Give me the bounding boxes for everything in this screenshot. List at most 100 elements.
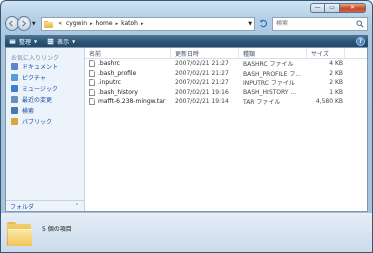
file-name-cell: .bashrc xyxy=(85,60,171,68)
minimize-button[interactable]: — xyxy=(310,3,325,13)
file-row[interactable]: mafft-6.238-mingw.tar 2007/02/21 19:14 TAR… xyxy=(85,97,367,107)
column-header-type[interactable]: 種類 xyxy=(239,48,307,59)
breadcrumb-katoh[interactable]: katoh xyxy=(121,20,138,27)
favorite-links-list: ドキュメント ピクチャミュージック 最近の変更検索パブリック xyxy=(6,61,84,127)
file-icon xyxy=(89,98,95,106)
file-name-cell: .bash_profile xyxy=(85,69,171,77)
sidebar-item-label: 最近の変更 xyxy=(22,97,53,104)
item-count: 5 個の項目 xyxy=(42,226,72,233)
file-modified: 2007/02/21 19:16 xyxy=(175,88,229,96)
sidebar-item-label: パブリック xyxy=(22,119,53,126)
sidebar-item-label: ピクチャ xyxy=(22,75,46,82)
breadcrumb-separator-icon[interactable]: ▸ xyxy=(90,21,93,27)
sidebar-item-documents[interactable]: ドキュメント xyxy=(6,61,84,72)
maximize-button[interactable]: ▭ xyxy=(325,3,340,13)
file-name: mafft-6.238-mingw.tar xyxy=(98,98,166,106)
back-arrow-icon xyxy=(9,20,14,27)
search-icon xyxy=(11,107,18,114)
file-list-pane: 名前 更新日時 種類 サイズ .bashrc 2007/02/21 21:27 BA… xyxy=(85,48,367,211)
search-input[interactable] xyxy=(275,20,356,27)
column-header-modified[interactable]: 更新日時 xyxy=(171,48,239,59)
file-icon xyxy=(89,69,95,77)
forward-arrow-icon xyxy=(22,20,27,27)
sidebar-item-label: 検索 xyxy=(22,108,35,115)
file-name: .inputrc xyxy=(98,79,121,87)
file-size: 2 KB xyxy=(329,79,343,87)
command-bar: 整理 ▼ 表示 ▼ ? xyxy=(5,35,368,47)
breadcrumb-overflow[interactable]: « xyxy=(58,20,62,27)
file-type: INPUTRC ファイル xyxy=(243,80,295,88)
file-size: 1 KB xyxy=(329,88,343,96)
views-icon xyxy=(47,38,54,44)
favorite-links-heading: お気に入りリンク xyxy=(11,55,60,62)
search-icon[interactable] xyxy=(356,19,364,28)
file-modified: 2007/02/21 21:27 xyxy=(175,60,229,68)
file-name: .bashrc xyxy=(98,60,120,68)
search-box[interactable] xyxy=(271,16,368,31)
file-size: 4 KB xyxy=(329,60,343,68)
folders-toggle[interactable]: フォルダ ⌃ xyxy=(6,200,84,211)
explorer-window: — ▭ ✕ ▼ « cygwin ▸ home ▸ katoh ▸ ▼ 検索 整… xyxy=(0,0,373,253)
file-row[interactable]: .bash_profile 2007/02/21 21:27 BASH_PROFIL… xyxy=(85,69,367,79)
sidebar-item-search[interactable]: 検索 xyxy=(6,105,84,116)
close-button[interactable]: ✕ xyxy=(340,3,366,13)
pictures-icon xyxy=(11,74,18,81)
column-header-name[interactable]: 名前 xyxy=(85,48,171,59)
file-name-cell: mafft-6.238-mingw.tar xyxy=(85,98,171,106)
sidebar-item-recent[interactable]: 最近の変更 xyxy=(6,94,84,105)
large-folder-icon xyxy=(7,222,33,247)
recent-pages-dropdown[interactable]: ▼ xyxy=(32,21,38,27)
sidebar-item-music[interactable]: ミュージック xyxy=(6,83,84,94)
sidebar-item-pictures[interactable]: ピクチャ xyxy=(6,72,84,83)
breadcrumb-separator-icon[interactable]: ▸ xyxy=(116,21,119,27)
address-bar[interactable]: « cygwin ▸ home ▸ katoh ▸ ▼ xyxy=(41,16,256,31)
organize-dropdown-icon: ▼ xyxy=(34,38,38,44)
sidebar-item-label: ドキュメント xyxy=(22,64,59,71)
folders-label: フォルダ xyxy=(10,203,35,211)
file-row[interactable]: .inputrc 2007/02/21 21:27 INPUTRC ファイル 2 KB xyxy=(85,78,367,88)
file-size: 2 KB xyxy=(329,69,343,77)
breadcrumb-home[interactable]: home xyxy=(96,20,113,27)
folder-icon xyxy=(44,20,54,28)
file-type: TAR ファイル xyxy=(243,99,281,107)
views-label: 表示 xyxy=(57,38,70,46)
public-icon xyxy=(11,118,18,125)
sidebar-item-label: ミュージック xyxy=(22,86,58,93)
file-name: .bash_profile xyxy=(98,69,137,77)
refresh-button[interactable] xyxy=(257,17,270,31)
organize-icon xyxy=(9,38,16,44)
file-size: 4,580 KB xyxy=(315,98,343,106)
help-button[interactable]: ? xyxy=(356,36,365,46)
sidebar-item-public[interactable]: パブリック xyxy=(6,116,84,127)
documents-icon xyxy=(11,63,18,70)
file-type: BASH_PROFILE フ... xyxy=(243,70,302,78)
file-name-cell: .bash_history xyxy=(85,88,171,96)
file-rows: .bashrc 2007/02/21 21:27 BASHRC ファイル 4 KB .b… xyxy=(85,59,367,107)
file-row[interactable]: .bash_history 2007/02/21 19:16 BASH_HISTOR… xyxy=(85,88,367,98)
organize-label: 整理 xyxy=(19,38,32,46)
breadcrumb-cygwin[interactable]: cygwin xyxy=(66,20,87,27)
refresh-icon xyxy=(259,19,268,28)
chevron-up-icon: ⌃ xyxy=(74,203,79,209)
file-name-cell: .inputrc xyxy=(85,79,171,87)
content-area: お気に入りリンク ドキュメント ピクチャミュージック 最近の変更検索パブリック フォ… xyxy=(5,47,368,212)
file-type: BASH_HISTORY ... xyxy=(243,88,297,96)
file-icon xyxy=(89,88,95,96)
file-modified: 2007/02/21 21:27 xyxy=(175,79,229,87)
caption-buttons: — ▭ ✕ xyxy=(310,3,366,13)
file-row[interactable]: .bashrc 2007/02/21 21:27 BASHRC ファイル 4 KB xyxy=(85,59,367,69)
file-type: BASHRC ファイル xyxy=(243,61,294,69)
navigation-bar: ▼ « cygwin ▸ home ▸ katoh ▸ ▼ xyxy=(5,15,368,32)
views-dropdown-icon: ▼ xyxy=(72,38,76,44)
navigation-pane: お気に入りリンク ドキュメント ピクチャミュージック 最近の変更検索パブリック フォ… xyxy=(6,48,85,211)
file-modified: 2007/02/21 19:14 xyxy=(175,98,229,106)
column-header-size[interactable]: サイズ xyxy=(307,48,345,59)
views-button[interactable]: 表示 ▼ xyxy=(47,37,75,46)
breadcrumb-separator-icon[interactable]: ▸ xyxy=(141,21,144,27)
forward-button[interactable] xyxy=(16,16,31,31)
recent-icon xyxy=(11,96,18,103)
file-icon xyxy=(89,79,95,87)
address-dropdown-icon[interactable]: ▼ xyxy=(246,21,254,27)
organize-button[interactable]: 整理 ▼ xyxy=(9,37,37,46)
details-pane: 5 個の項目 xyxy=(1,212,372,252)
